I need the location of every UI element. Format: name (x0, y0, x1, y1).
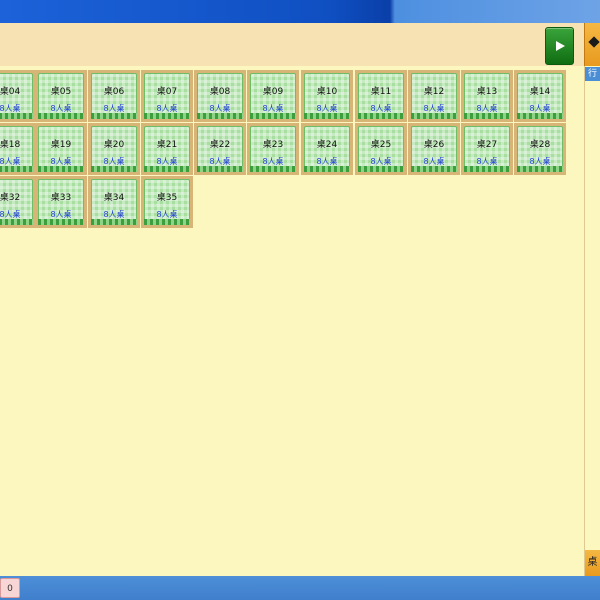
table-tile[interactable]: 桌10 8人桌 (301, 70, 353, 122)
table-capacity: 8人桌 (316, 157, 338, 166)
table-name: 桌32 (0, 193, 21, 203)
table-tile[interactable]: 桌06 8人桌 (88, 70, 140, 122)
table-name: 桌05 (50, 87, 72, 97)
table-name: 桌27 (476, 140, 498, 150)
table-name: 桌28 (529, 140, 551, 150)
table-capacity: 8人桌 (50, 157, 72, 166)
table-tile[interactable]: 桌14 8人桌 (514, 70, 566, 122)
table-tile[interactable]: 桌35 8人桌 (141, 176, 193, 228)
table-tile[interactable]: 桌04 8人桌 (0, 70, 36, 122)
table-capacity: 8人桌 (423, 157, 445, 166)
table-capacity: 8人桌 (370, 104, 392, 113)
table-tile[interactable]: 桌18 8人桌 (0, 123, 36, 175)
table-capacity: 8人桌 (423, 104, 445, 113)
table-capacity: 8人桌 (103, 210, 125, 219)
play-button[interactable] (545, 27, 574, 65)
table-capacity: 8人桌 (209, 104, 231, 113)
table-capacity: 8人桌 (316, 104, 338, 113)
table-name: 桌20 (103, 140, 125, 150)
right-panel (584, 23, 600, 576)
app-window: 行 桌 桌04 8人桌 桌05 8人桌 桌06 8人桌 桌07 8人桌 桌08 … (0, 0, 600, 600)
table-capacity: 8人桌 (0, 210, 21, 219)
table-name: 桌25 (370, 140, 392, 150)
table-name: 桌14 (529, 87, 551, 97)
table-tile[interactable]: 桌08 8人桌 (194, 70, 246, 122)
table-capacity: 8人桌 (156, 157, 178, 166)
table-name: 桌09 (262, 87, 284, 97)
table-tile[interactable]: 桌09 8人桌 (247, 70, 299, 122)
table-name: 桌33 (50, 193, 72, 203)
table-capacity: 8人桌 (209, 157, 231, 166)
table-name: 桌21 (156, 140, 178, 150)
right-panel-tab[interactable]: 行 (585, 67, 600, 81)
table-tile[interactable]: 桌07 8人桌 (141, 70, 193, 122)
table-tile[interactable]: 桌22 8人桌 (194, 123, 246, 175)
table-name: 桌19 (50, 140, 72, 150)
table-name: 桌04 (0, 87, 21, 97)
table-capacity: 8人桌 (103, 157, 125, 166)
table-name: 桌22 (209, 140, 231, 150)
table-tile[interactable]: 桌33 8人桌 (35, 176, 87, 228)
table-name: 桌23 (262, 140, 284, 150)
table-capacity: 8人桌 (529, 104, 551, 113)
table-name: 桌13 (476, 87, 498, 97)
table-name: 桌08 (209, 87, 231, 97)
table-tile[interactable]: 桌27 8人桌 (461, 123, 513, 175)
table-name: 桌11 (370, 87, 392, 97)
table-name: 桌24 (316, 140, 338, 150)
table-capacity: 8人桌 (370, 157, 392, 166)
table-tile[interactable]: 桌13 8人桌 (461, 70, 513, 122)
table-name: 桌34 (103, 193, 125, 203)
title-bar (0, 0, 600, 23)
table-grid: 桌04 8人桌 桌05 8人桌 桌06 8人桌 桌07 8人桌 桌08 8人桌 … (0, 66, 584, 576)
status-bar (0, 576, 600, 600)
table-capacity: 8人桌 (529, 157, 551, 166)
table-capacity: 8人桌 (262, 157, 284, 166)
play-icon (555, 41, 565, 51)
table-name: 桌07 (156, 87, 178, 97)
table-tile[interactable]: 桌12 8人桌 (408, 70, 460, 122)
table-tile[interactable]: 桌19 8人桌 (35, 123, 87, 175)
table-capacity: 8人桌 (476, 104, 498, 113)
table-name: 桌12 (423, 87, 445, 97)
table-name: 桌35 (156, 193, 178, 203)
table-capacity: 8人桌 (0, 157, 21, 166)
table-tile[interactable]: 桌21 8人桌 (141, 123, 193, 175)
status-badge[interactable]: 0 (0, 578, 20, 598)
toolbar (0, 23, 584, 67)
table-capacity: 8人桌 (50, 210, 72, 219)
table-name: 桌10 (316, 87, 338, 97)
table-tile[interactable]: 桌26 8人桌 (408, 123, 460, 175)
table-tile[interactable]: 桌23 8人桌 (247, 123, 299, 175)
table-tile[interactable]: 桌34 8人桌 (88, 176, 140, 228)
table-name: 桌26 (423, 140, 445, 150)
table-tile[interactable]: 桌20 8人桌 (88, 123, 140, 175)
table-capacity: 8人桌 (156, 210, 178, 219)
table-capacity: 8人桌 (262, 104, 284, 113)
table-capacity: 8人桌 (0, 104, 21, 113)
table-tile[interactable]: 桌28 8人桌 (514, 123, 566, 175)
table-tile[interactable]: 桌05 8人桌 (35, 70, 87, 122)
table-capacity: 8人桌 (103, 104, 125, 113)
table-capacity: 8人桌 (50, 104, 72, 113)
table-tile[interactable]: 桌32 8人桌 (0, 176, 36, 228)
table-capacity: 8人桌 (476, 157, 498, 166)
table-name: 桌18 (0, 140, 21, 150)
table-tile[interactable]: 桌11 8人桌 (355, 70, 407, 122)
table-tile[interactable]: 桌24 8人桌 (301, 123, 353, 175)
table-name: 桌06 (103, 87, 125, 97)
table-capacity: 8人桌 (156, 104, 178, 113)
table-tile[interactable]: 桌25 8人桌 (355, 123, 407, 175)
right-panel-bottom-tab[interactable]: 桌 (585, 550, 600, 576)
